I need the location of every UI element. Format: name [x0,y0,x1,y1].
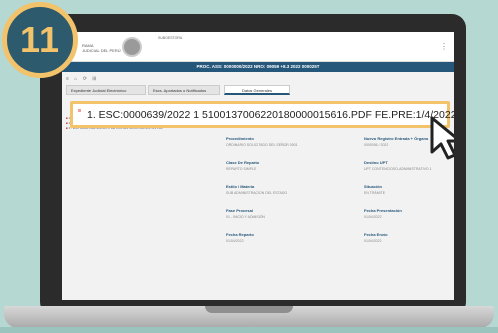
field-value: 01 - INICIO Y ADMISIÓN [226,215,265,219]
field-value: 01/04/2022 [364,215,382,219]
field-value: UPT CONTENCIOSO-ADMINISTRATIVO 1 [364,167,432,171]
step-badge: 11 [2,2,78,78]
highlighted-document-row[interactable]: 1. ESC:0000639/2022 1 510013700622018000… [70,101,454,128]
tab-datos-generales[interactable]: Datos Generales [224,85,290,95]
field-fecha-reparto: Fecha Reparto 01/04/2022 [226,232,254,244]
app-logo[interactable]: RAMA JUDICIAL DEL PERÚ [82,43,121,53]
case-title-bar: PROC. ASS: 0000000/2022 NRO: 09059 +8.3 … [62,62,454,72]
field-value: EN TRÁMITE [364,191,386,195]
tab-escs-aportados[interactable]: Escs. Aportados o Notificados [148,85,220,95]
toolbar[interactable]: ≡ ⌂ ⟳ ⊞ [66,76,98,82]
tab-expediente-judicial[interactable]: Expediente Judicial Electrónico [66,85,146,95]
field-clase-reparto: Clase De Reparto REPARTO SIMPLE [226,160,259,172]
field-situacion: Situación EN TRÁMITE [364,184,385,196]
field-destino-upt: Destino UPT UPT CONTENCIOSO-ADMINISTRATI… [364,160,432,172]
highlighted-document-title[interactable]: 1. ESC:0000639/2022 1 510013700622018000… [87,109,454,121]
field-value: 0000006 / 2022 [364,143,389,147]
field-value: REPARTO SIMPLE [226,167,257,171]
field-fecha-envio: Fecha Envío 01/04/2022 [364,232,388,244]
logo-line2: JUDICIAL DEL PERÚ [82,48,121,53]
field-fecha-presentacion: Fecha Presentación 01/04/2022 [364,208,402,220]
field-procedimiento: Procedimiento ORDINARIO SOLICITADO DEL S… [226,136,298,148]
laptop-notch [205,306,293,313]
field-value: ORDINARIO SOLICITADO DEL SEÑOR 0001 [226,143,298,147]
field-value: 01/04/2022 [226,239,244,243]
cursor-arrow-icon [430,116,454,160]
avatar[interactable] [122,37,142,57]
field-estilo-materia: Estilo / Materia SUB ADMINISTRACION DEL … [226,184,287,196]
field-value: 01/04/2022 [364,239,382,243]
field-value: SUB ADMINISTRACION DEL ESTADO [226,191,288,195]
step-number: 11 [19,19,61,60]
field-nuevo-registro: Nuevo Registro Entrada + Órgano 0000006 … [364,136,428,148]
laptop-shadow [0,327,498,333]
more-vertical-icon[interactable]: ⋮ [440,42,448,51]
field-fase-procesal: Fase Procesal 01 - INICIO Y ADMISIÓN [226,208,265,220]
app-header: RAMA JUDICIAL DEL PERÚ SUBGESTORA ⋮ [62,32,454,62]
user-name: SUBGESTORA [158,36,183,40]
screen: RAMA JUDICIAL DEL PERÚ SUBGESTORA ⋮ PROC… [62,32,454,300]
